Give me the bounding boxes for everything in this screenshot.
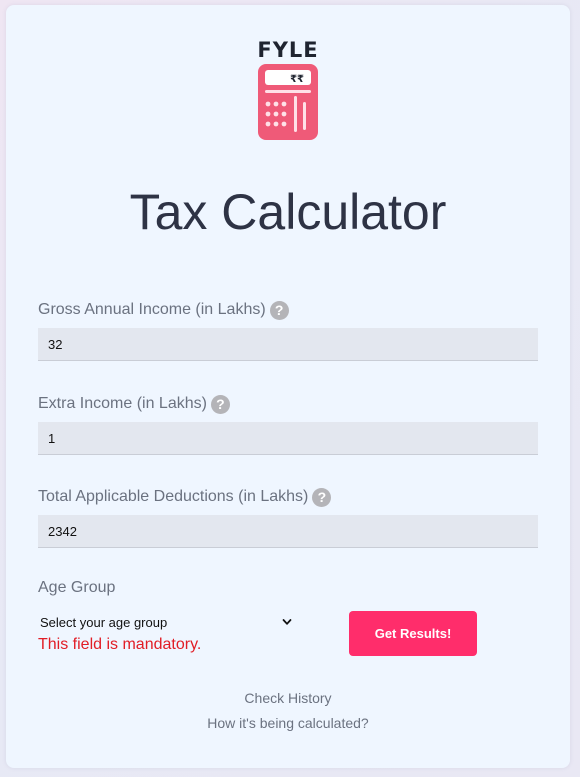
deductions-label-text: Total Applicable Deductions (in Lakhs) [38, 488, 309, 505]
check-history-link[interactable]: Check History [6, 689, 570, 707]
gross-income-label: Gross Annual Income (in Lakhs) ? [38, 300, 289, 320]
gross-income-input[interactable] [38, 328, 538, 361]
extra-income-label-text: Extra Income (in Lakhs) [38, 395, 207, 412]
question-icon[interactable]: ? [312, 487, 332, 507]
get-results-button[interactable]: Get Results! [349, 611, 477, 656]
deductions-input[interactable] [38, 515, 538, 548]
logo-currency: ₹₹ [290, 74, 304, 85]
brand-name: FYLE [257, 38, 319, 62]
age-group-label-text: Age Group [38, 579, 116, 596]
age-group-label: Age Group [38, 578, 115, 598]
gross-income-label-text: Gross Annual Income (in Lakhs) [38, 301, 266, 318]
extra-income-label: Extra Income (in Lakhs) ? [38, 394, 230, 414]
age-group-selected: Select your age group [40, 614, 168, 630]
chevron-down-icon [282, 619, 292, 625]
calculator-icon: ₹₹ [258, 64, 318, 140]
question-icon[interactable]: ? [210, 394, 230, 414]
age-group-error: This field is mandatory. [38, 636, 202, 653]
extra-income-input[interactable] [38, 422, 538, 455]
page-title: Tax Calculator [129, 184, 447, 240]
how-calculated-link[interactable]: How it's being calculated? [6, 714, 570, 732]
question-icon[interactable]: ? [269, 300, 289, 320]
deductions-label: Total Applicable Deductions (in Lakhs) ? [38, 487, 332, 507]
calculator-card: FYLE ₹₹ Tax Calculator Gross Annual Inco… [6, 5, 570, 768]
logo: FYLE ₹₹ [6, 39, 570, 140]
age-group-select[interactable]: Select your age group [38, 611, 292, 633]
